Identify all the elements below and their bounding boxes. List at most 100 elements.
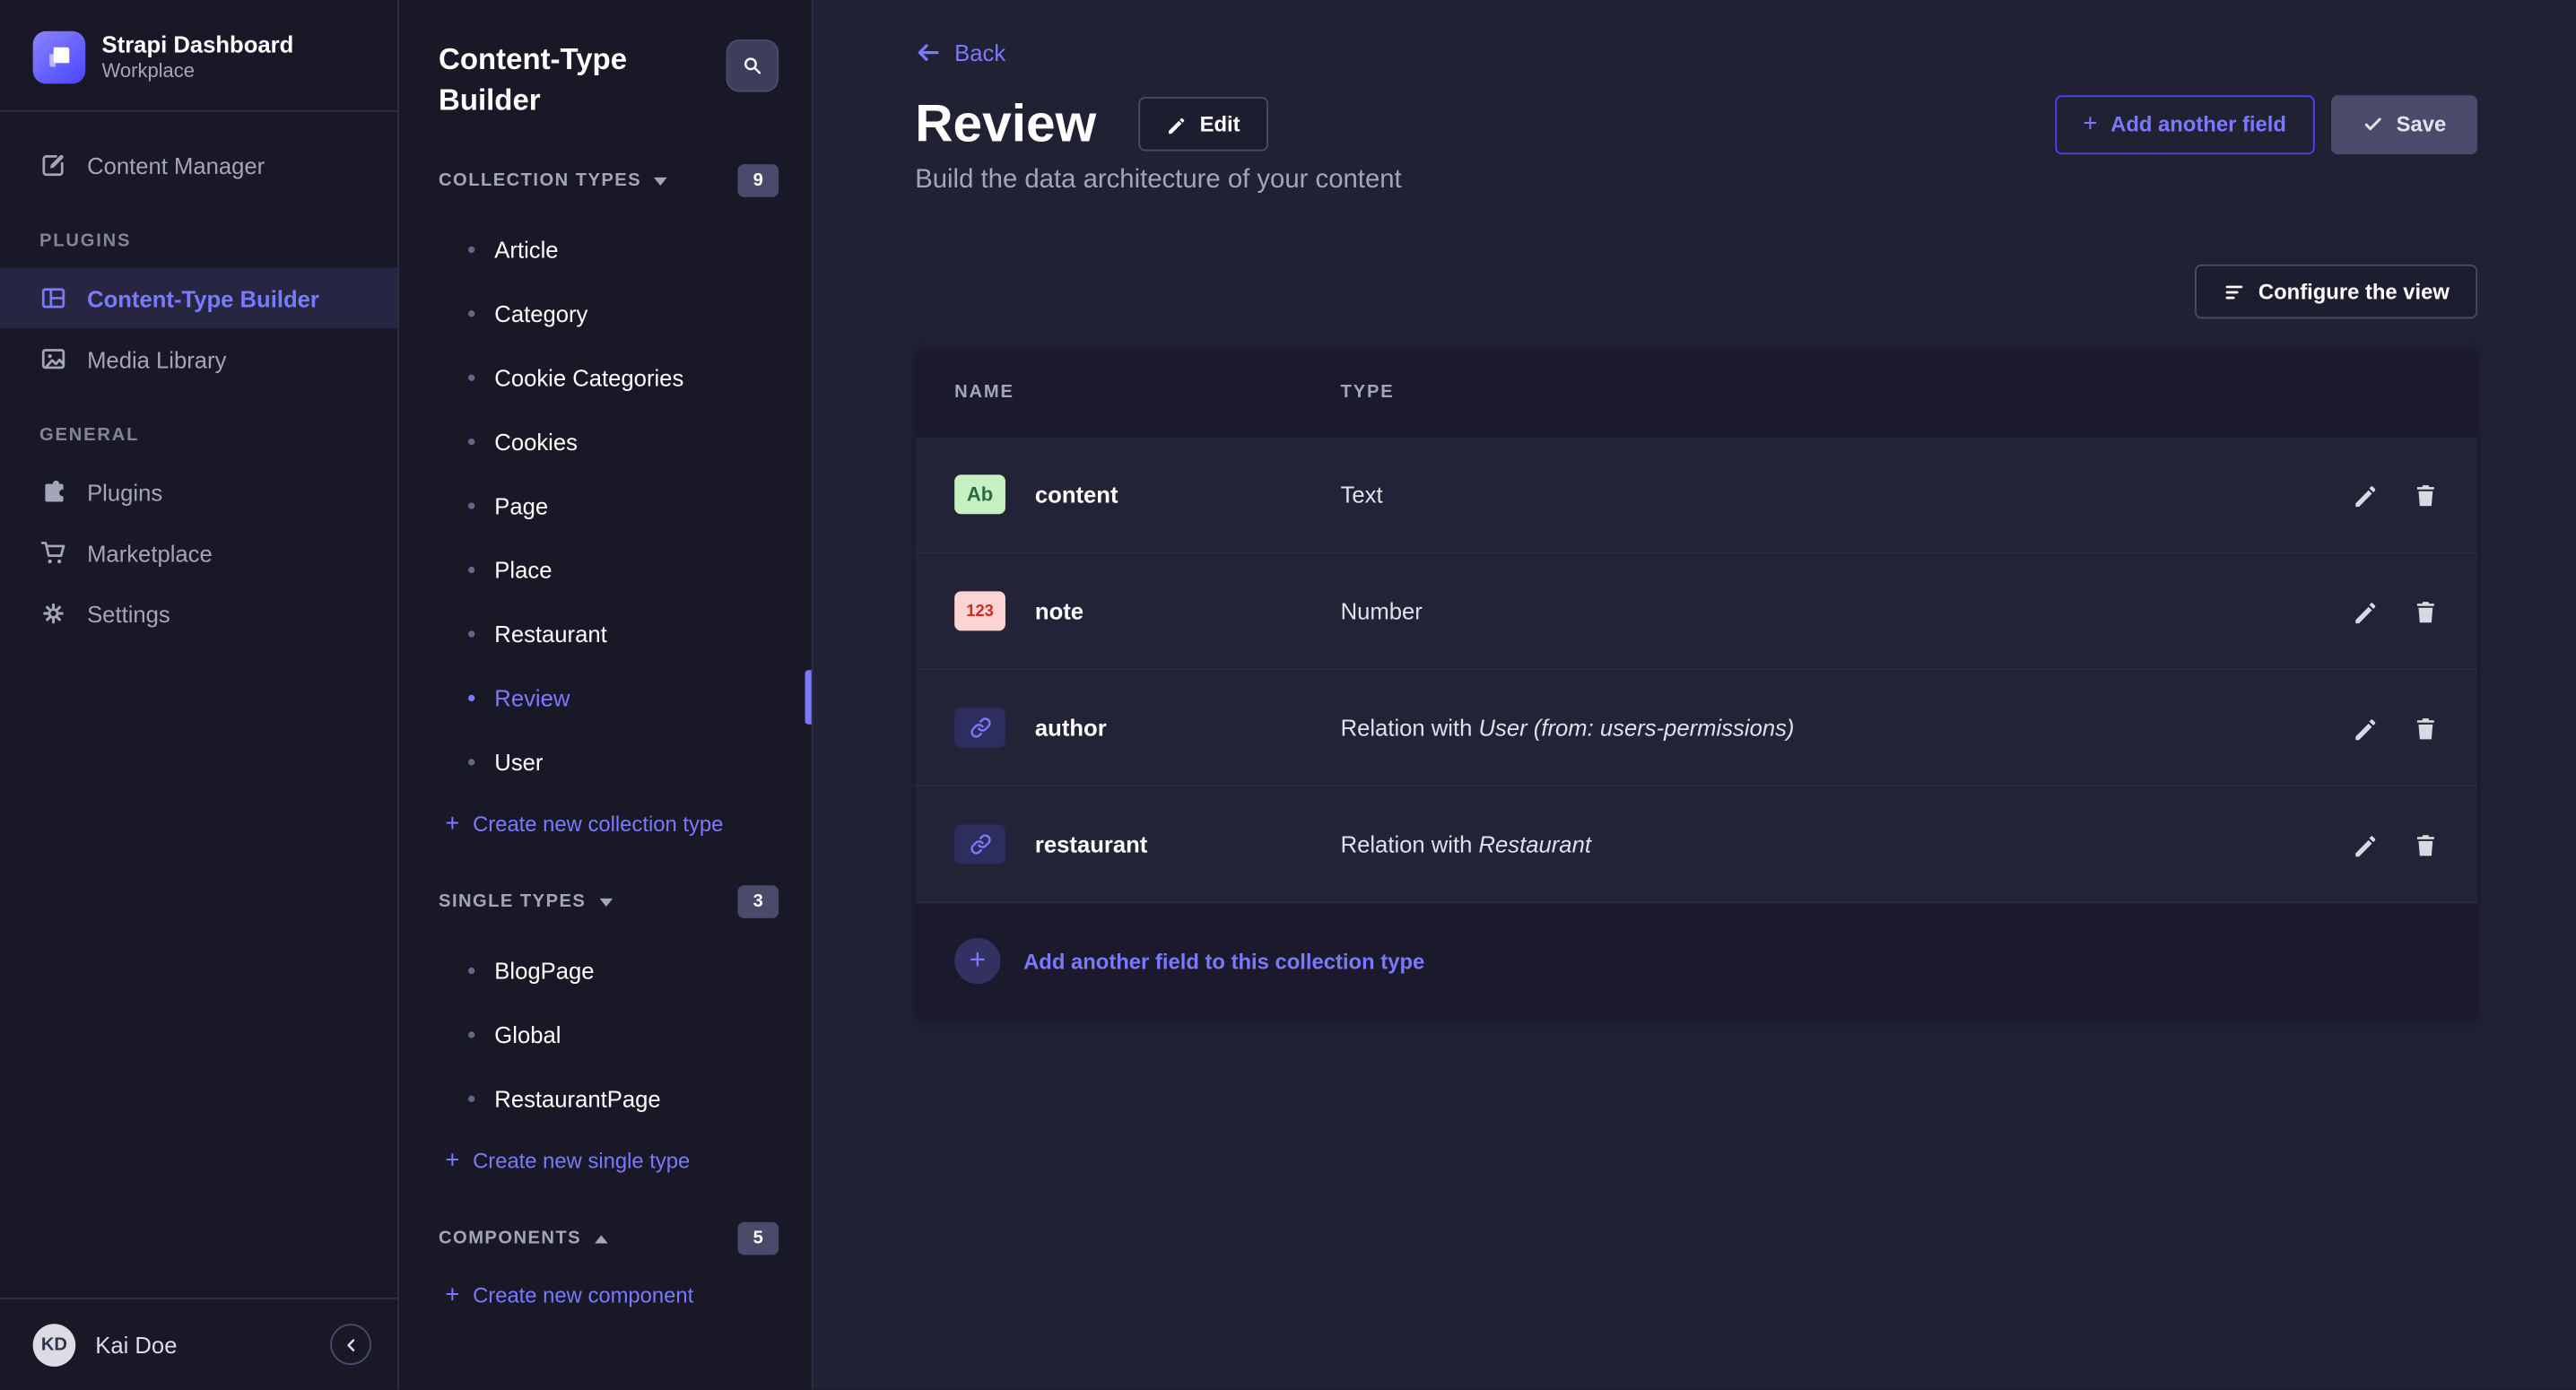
- single-type-label: BlogPage: [494, 957, 594, 983]
- text-field-icon: Ab: [954, 474, 1005, 514]
- add-another-field-button[interactable]: + Add another field: [2055, 94, 2314, 153]
- create-collection-type-link[interactable]: + Create new collection type: [399, 794, 812, 853]
- create-component-link[interactable]: + Create new component: [399, 1264, 812, 1324]
- check-icon: [2362, 113, 2383, 135]
- field-name: content: [1035, 482, 1118, 508]
- save-button[interactable]: Save: [2330, 94, 2477, 153]
- bullet-icon: [468, 1030, 474, 1037]
- sidebar-item-media-library[interactable]: Media Library: [0, 328, 397, 389]
- collection-type-label: Page: [494, 492, 548, 518]
- sidebar-item-plugins[interactable]: Plugins: [0, 462, 397, 523]
- number-field-icon: 123: [954, 591, 1005, 630]
- edit-label: Edit: [1200, 112, 1240, 136]
- brand-block[interactable]: Strapi Dashboard Workplace: [0, 0, 397, 112]
- collection-type-cookies[interactable]: Cookies: [399, 409, 812, 473]
- add-field-circle-button[interactable]: +: [954, 938, 1000, 984]
- single-type-blogpage[interactable]: BlogPage: [399, 938, 812, 1002]
- relation-field-icon: [954, 824, 1005, 864]
- collection-type-label: User: [494, 748, 543, 774]
- user-name: Kai Doe: [95, 1332, 310, 1358]
- edit-field-button[interactable]: [2353, 482, 2377, 507]
- create-component-label: Create new component: [473, 1282, 693, 1307]
- plus-icon: +: [970, 944, 986, 977]
- back-link[interactable]: Back: [915, 39, 1005, 65]
- components-count: 5: [737, 1222, 779, 1255]
- create-single-type-link[interactable]: + Create new single type: [399, 1130, 812, 1189]
- collection-type-restaurant[interactable]: Restaurant: [399, 601, 812, 665]
- table-row: Ab content Text: [915, 437, 2477, 553]
- bullet-icon: [468, 967, 474, 973]
- bullet-icon: [468, 694, 474, 700]
- delete-field-button[interactable]: [2414, 716, 2438, 740]
- sidebar-item-label: Content-Type Builder: [87, 285, 319, 311]
- field-name: note: [1035, 598, 1083, 624]
- table-row: restaurant Relation with Restaurant: [915, 786, 2477, 903]
- collection-types-header[interactable]: COLLECTION TYPES 9: [399, 132, 812, 207]
- single-types-label: SINGLE TYPES: [439, 892, 586, 912]
- column-header-type: TYPE: [1341, 383, 2439, 403]
- collection-types-label: COLLECTION TYPES: [439, 170, 641, 190]
- chevron-down-icon: [599, 898, 613, 906]
- plus-icon: +: [445, 1147, 459, 1171]
- chevron-up-icon: [595, 1234, 608, 1242]
- gear-icon: [39, 600, 67, 628]
- collection-type-page[interactable]: Page: [399, 473, 812, 537]
- content-manager-icon: [39, 152, 67, 179]
- content-type-builder-icon: [39, 284, 67, 312]
- collection-type-cookie-categories[interactable]: Cookie Categories: [399, 345, 812, 409]
- single-type-global[interactable]: Global: [399, 1002, 812, 1065]
- collection-types-count: 9: [737, 164, 779, 197]
- delete-field-button[interactable]: [2414, 832, 2438, 856]
- single-types-list: BlogPage Global RestaurantPage: [399, 938, 812, 1130]
- edit-button[interactable]: Edit: [1139, 97, 1268, 151]
- collection-type-review[interactable]: Review: [399, 665, 812, 729]
- arrow-left-icon: [915, 39, 941, 65]
- sidebar-item-content-type-builder[interactable]: Content-Type Builder: [0, 268, 397, 329]
- edit-field-button[interactable]: [2353, 832, 2377, 856]
- delete-field-button[interactable]: [2414, 482, 2438, 507]
- create-collection-type-label: Create new collection type: [473, 811, 723, 835]
- plus-icon: +: [445, 811, 459, 835]
- components-header[interactable]: COMPONENTS 5: [399, 1189, 812, 1264]
- field-type-cell: Relation with Restaurant: [1341, 831, 2353, 857]
- collection-type-article[interactable]: Article: [399, 217, 812, 281]
- field-name-cell: Ab content: [954, 474, 1340, 514]
- panel-header: Content-Type Builder: [399, 0, 812, 132]
- table-row: 123 note Number: [915, 553, 2477, 670]
- trash-icon: [2414, 716, 2438, 740]
- pencil-icon: [1167, 114, 1187, 134]
- field-name-cell: 123 note: [954, 591, 1340, 630]
- delete-field-button[interactable]: [2414, 599, 2438, 623]
- search-button[interactable]: [727, 39, 779, 92]
- collection-type-label: Cookies: [494, 428, 578, 454]
- single-types-header[interactable]: SINGLE TYPES 3: [399, 853, 812, 928]
- app-title: Strapi Dashboard: [102, 30, 294, 59]
- collection-type-label: Category: [494, 300, 587, 326]
- single-type-restaurantpage[interactable]: RestaurantPage: [399, 1066, 812, 1130]
- collection-type-place[interactable]: Place: [399, 537, 812, 601]
- layout-lines-icon: [2223, 280, 2246, 303]
- collection-type-user[interactable]: User: [399, 729, 812, 793]
- sidebar-item-label: Plugins: [87, 479, 162, 505]
- collection-type-category[interactable]: Category: [399, 281, 812, 344]
- sidebar-item-settings[interactable]: Settings: [0, 583, 397, 644]
- add-field-row-link[interactable]: Add another field to this collection typ…: [1023, 949, 1424, 973]
- collapse-sidebar-button[interactable]: [330, 1324, 371, 1365]
- row-actions: [2353, 482, 2438, 507]
- edit-field-button[interactable]: [2353, 716, 2377, 740]
- field-name-cell: author: [954, 708, 1340, 747]
- single-type-label: Global: [494, 1021, 561, 1047]
- edit-field-button[interactable]: [2353, 599, 2377, 623]
- table-footer: + Add another field to this collection t…: [915, 903, 2477, 1018]
- main-sidebar: Strapi Dashboard Workplace Content Manag…: [0, 0, 399, 1390]
- components-label: COMPONENTS: [439, 1229, 581, 1248]
- configure-view-button[interactable]: Configure the view: [2194, 265, 2477, 318]
- sidebar-item-content-manager[interactable]: Content Manager: [0, 135, 397, 195]
- sidebar-item-label: Content Manager: [87, 152, 265, 178]
- page-title: Review: [915, 93, 1096, 154]
- page-subtitle: Build the data architecture of your cont…: [915, 166, 2477, 195]
- sidebar-item-marketplace[interactable]: Marketplace: [0, 522, 397, 583]
- field-name: restaurant: [1035, 831, 1147, 857]
- trash-icon: [2414, 832, 2438, 856]
- configure-view-label: Configure the view: [2258, 279, 2450, 303]
